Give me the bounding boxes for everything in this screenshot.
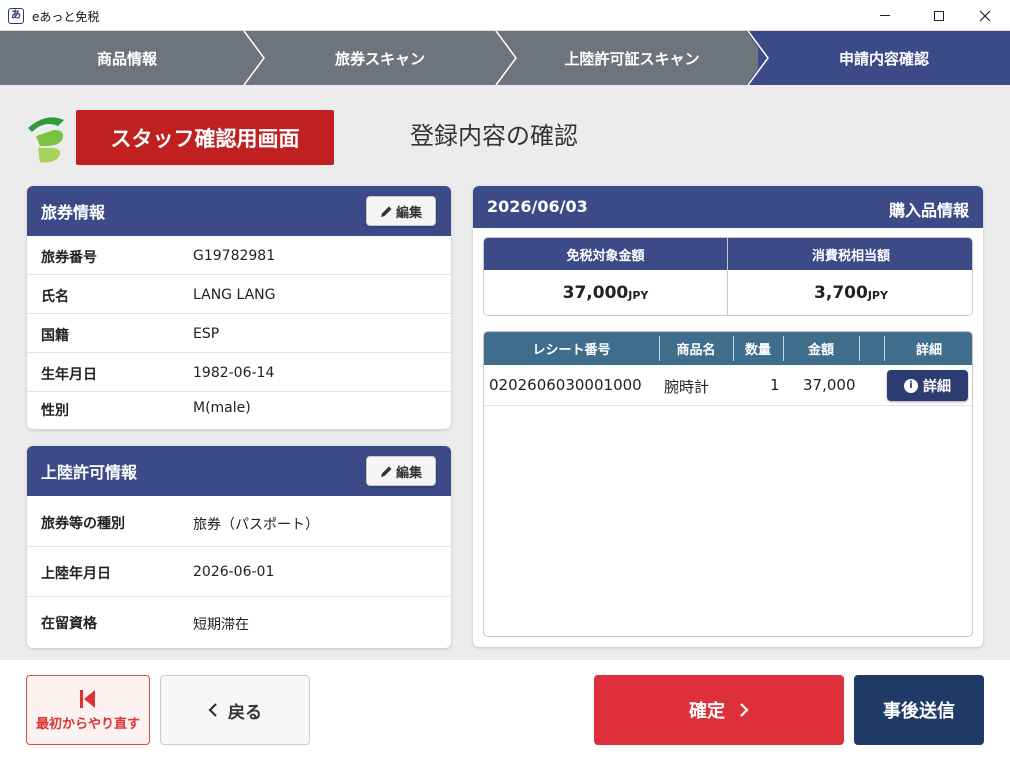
info-icon: i	[904, 378, 918, 393]
info-value: M(male)	[193, 400, 251, 416]
column-header: 金額	[807, 343, 834, 358]
close-icon	[979, 10, 991, 21]
edit-label: 編集	[395, 465, 422, 481]
amount-number: 37,000	[562, 283, 629, 303]
skip-back-icon	[80, 689, 95, 708]
restart-label: 最初からやり直す	[35, 716, 140, 732]
landing-edit-button[interactable]: 編集	[366, 456, 436, 486]
currency-unit: JPY	[628, 289, 649, 302]
page-title: 登録内容の確認	[410, 122, 578, 150]
receipt-number: 0202606030001000	[489, 376, 642, 394]
purchase-info-title: 購入品情報	[888, 201, 969, 220]
chevron-right-icon	[740, 703, 749, 717]
info-value: 1982-06-14	[193, 365, 275, 381]
step-progress-bar: 商品情報 旅券スキャン 上陸許可証スキャン 申請内容確認	[0, 31, 1010, 85]
pencil-icon	[380, 206, 392, 217]
column-header: 商品名	[676, 343, 716, 358]
info-value: 旅券（パスポート）	[193, 517, 319, 533]
pencil-icon	[380, 466, 392, 477]
column-header: レシート番号	[532, 343, 611, 358]
amount-number: 3,700	[814, 283, 868, 303]
detail-button[interactable]: i 詳細	[887, 370, 968, 401]
column-header: 詳細	[915, 343, 942, 358]
purchase-info-card: 2026/06/03 購入品情報 免税対象金額 37,000 JPY 消費税相当額…	[473, 186, 983, 647]
info-label: 氏名	[41, 289, 69, 305]
passport-info-card: 旅券情報 編集 旅券番号 G19782981 氏名 LANG LANG 国籍 ESP …	[27, 186, 451, 429]
info-label: 国籍	[41, 328, 69, 344]
info-label: 在留資格	[41, 616, 97, 632]
brand-logo	[28, 117, 64, 163]
step-item-product: 商品情報	[96, 49, 157, 68]
send-later-button[interactable]: 事後送信	[854, 675, 984, 745]
step-separator	[243, 31, 265, 85]
window-titlebar: あ eあっと免税	[0, 0, 1010, 31]
window-title: eあっと免税	[32, 10, 100, 24]
column-divider	[859, 336, 860, 361]
item-amount: 37,000	[803, 376, 856, 394]
info-value: 短期滞在	[193, 617, 249, 633]
confirm-label: 確定	[689, 701, 725, 722]
restart-button[interactable]: 最初からやり直す	[26, 675, 150, 745]
back-label: 戻る	[228, 702, 262, 723]
item-name: 腕時計	[664, 378, 710, 396]
minimize-icon	[880, 15, 890, 16]
step-separator	[495, 31, 517, 85]
footer-bar: 最初からやり直す 戻る 確定 事後送信	[0, 660, 1010, 761]
totals-panel: 免税対象金額 37,000 JPY 消費税相当額 3,700 JPY	[483, 237, 973, 316]
info-value: G19782981	[193, 248, 276, 264]
back-button[interactable]: 戻る	[160, 675, 310, 745]
landing-info-title: 上陸許可情報	[41, 463, 138, 482]
step-separator	[746, 31, 772, 85]
info-row: 旅券番号 G19782981	[27, 236, 451, 275]
close-button[interactable]	[962, 0, 1008, 31]
info-label: 上陸年月日	[41, 566, 111, 582]
info-value: ESP	[193, 326, 220, 342]
item-quantity: 1	[770, 376, 780, 394]
taxfree-amount-cell: 免税対象金額 37,000 JPY	[484, 238, 728, 315]
maximize-icon	[934, 10, 944, 21]
info-row: 氏名 LANG LANG	[27, 275, 451, 314]
send-later-label: 事後送信	[883, 701, 955, 722]
receipt-table-header: レシート番号 商品名 数量 金額 詳細	[484, 332, 972, 365]
currency-unit: JPY	[867, 289, 888, 302]
landing-info-card: 上陸許可情報 編集 旅券等の種別 旅券（パスポート） 上陸年月日 2026-06-0…	[27, 446, 451, 648]
passport-info-title: 旅券情報	[41, 203, 106, 222]
confirm-button[interactable]: 確定	[594, 675, 844, 745]
purchase-info-header: 2026/06/03 購入品情報	[473, 186, 983, 228]
info-label: 生年月日	[41, 367, 97, 383]
tax-amount-value: 3,700 JPY	[728, 270, 972, 315]
table-row: 0202606030001000 腕時計 1 37,000 i 詳細	[484, 365, 972, 406]
column-header: 数量	[744, 343, 771, 358]
staff-check-banner: スタッフ確認用画面	[76, 110, 334, 165]
step-item-confirm: 申請内容確認	[758, 31, 1010, 85]
info-label: 旅券番号	[41, 250, 97, 266]
landing-info-header: 上陸許可情報 編集	[27, 446, 451, 496]
info-row: 国籍 ESP	[27, 314, 451, 353]
receipt-table: レシート番号 商品名 数量 金額 詳細 0202606030001000 腕時計…	[483, 331, 973, 637]
tax-amount-label: 消費税相当額	[728, 238, 972, 270]
passport-info-header: 旅券情報 編集	[27, 186, 451, 236]
purchase-date: 2026/06/03	[487, 197, 588, 216]
detail-label: 詳細	[923, 378, 951, 395]
info-row: 生年月日 1982-06-14	[27, 353, 451, 392]
minimize-button[interactable]	[862, 0, 908, 31]
info-label: 性別	[41, 403, 69, 419]
step-item-landing-scan: 上陸許可証スキャン	[564, 49, 700, 68]
app-icon: あ	[8, 8, 24, 24]
info-row: 性別 M(male)	[27, 392, 451, 429]
info-row: 旅券等の種別 旅券（パスポート）	[27, 496, 451, 547]
step-item-passport-scan: 旅券スキャン	[334, 49, 425, 68]
tax-amount-cell: 消費税相当額 3,700 JPY	[728, 238, 972, 315]
info-value: LANG LANG	[193, 287, 276, 303]
taxfree-amount-label: 免税対象金額	[484, 238, 727, 270]
taxfree-amount-value: 37,000 JPY	[484, 270, 727, 315]
passport-edit-button[interactable]: 編集	[366, 196, 436, 226]
info-row: 在留資格 短期滞在	[27, 597, 451, 648]
info-value: 2026-06-01	[193, 564, 275, 580]
info-row: 上陸年月日 2026-06-01	[27, 547, 451, 597]
maximize-button[interactable]	[916, 0, 962, 31]
chevron-left-icon	[208, 703, 217, 717]
edit-label: 編集	[395, 205, 422, 221]
info-label: 旅券等の種別	[41, 516, 125, 532]
